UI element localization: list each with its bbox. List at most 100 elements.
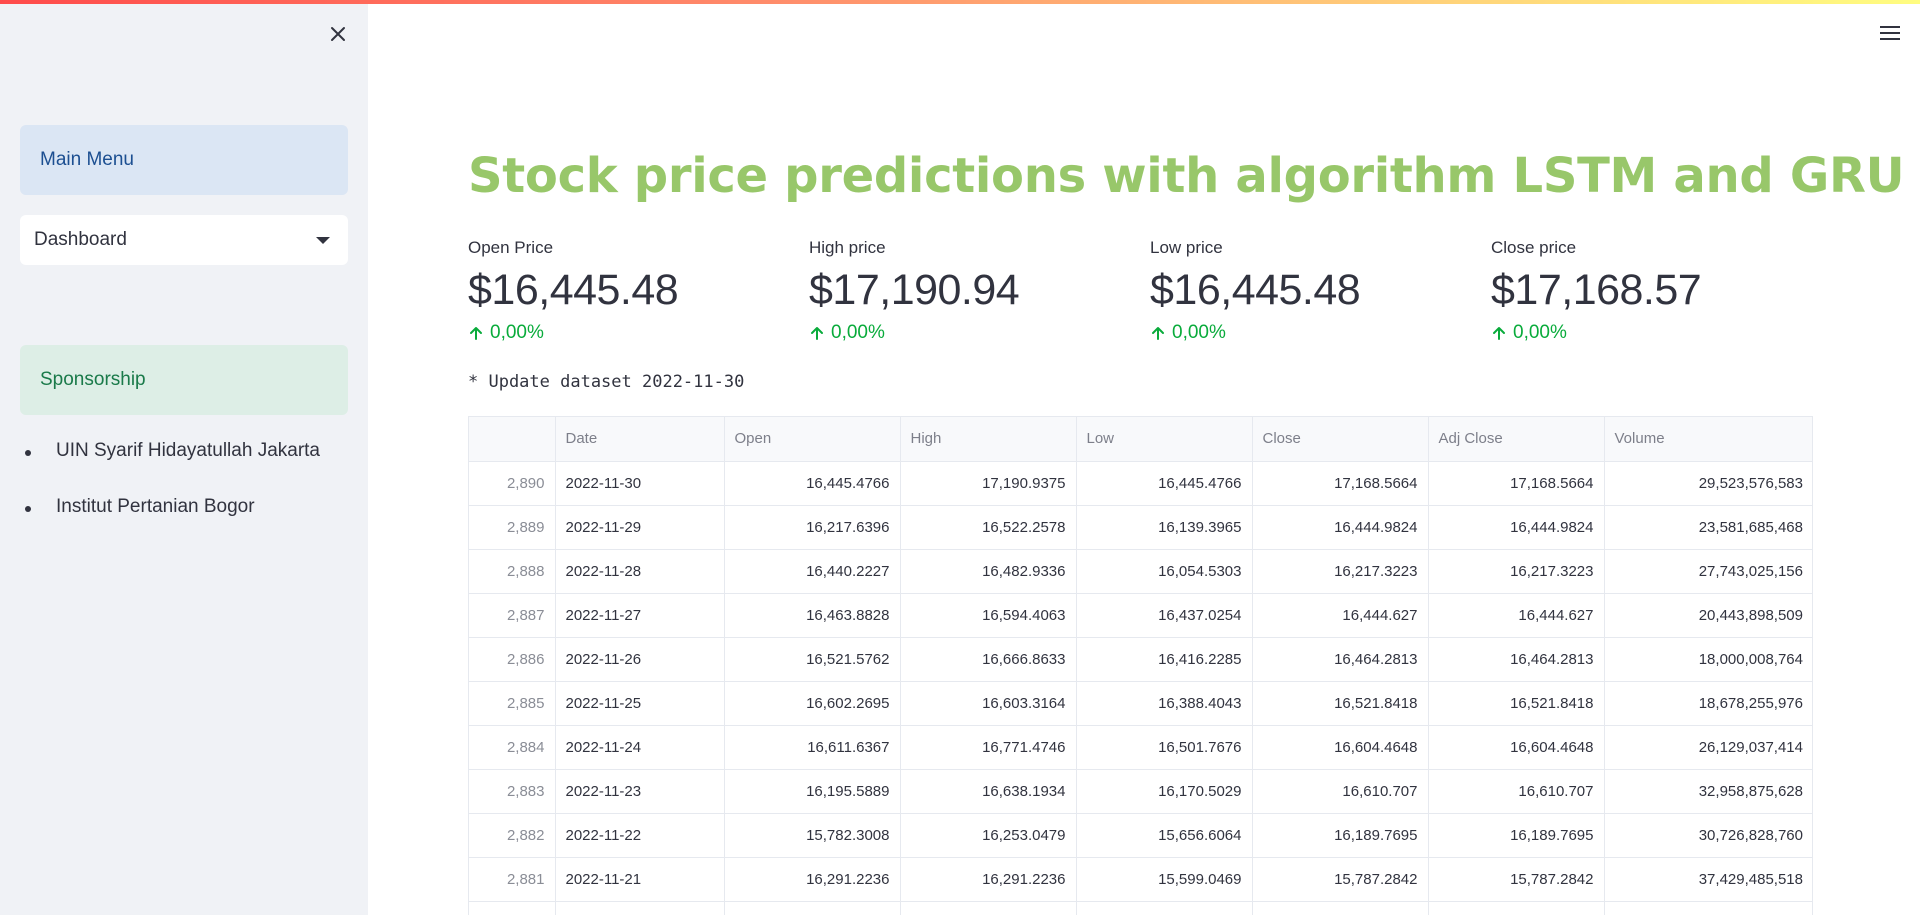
- column-header[interactable]: Low: [1076, 417, 1253, 462]
- table-cell: 16,482.9336: [900, 549, 1077, 594]
- table-cell: [1252, 901, 1429, 915]
- table-row[interactable]: 2,884 2022-11-24 16,611.6367 16,771.4746 16,…: [469, 725, 1812, 770]
- table-row[interactable]: 2,890 2022-11-30 16,445.4766 17,190.9375 16,…: [469, 461, 1812, 506]
- metric-value: $17,168.57: [1491, 266, 1702, 314]
- metric-delta: 0,00%: [1150, 322, 1450, 344]
- row-index-cell: 2,885: [469, 681, 556, 726]
- table-cell: 16,603.3164: [900, 681, 1077, 726]
- table-cell: 16,594.4063: [900, 593, 1077, 638]
- table-cell: 2022-11-27: [555, 593, 725, 638]
- table-cell: 16,437.0254: [1076, 593, 1253, 638]
- dataset-update-note: * Update dataset 2022-11-30: [468, 372, 745, 392]
- table-cell: 16,771.4746: [900, 725, 1077, 770]
- metric-delta: 0,00%: [468, 322, 768, 344]
- table-cell: 16,291.2236: [900, 857, 1077, 902]
- table-cell: 16,444.9824: [1252, 505, 1429, 550]
- sponsor-item: UIN Syarif Hidayatullah Jakarta: [20, 440, 320, 496]
- metric-label: Low price: [1150, 238, 1223, 257]
- table-cell: 2022-11-23: [555, 769, 725, 814]
- table-cell: 16,604.4648: [1428, 725, 1605, 770]
- table-cell: 2022-11-26: [555, 637, 725, 682]
- column-header[interactable]: Adj Close: [1428, 417, 1605, 462]
- row-index-cell: 2,882: [469, 813, 556, 858]
- table-cell: 17,168.5664: [1252, 461, 1429, 506]
- table-cell: 2022-11-25: [555, 681, 725, 726]
- table-row[interactable]: 2,889 2022-11-29 16,217.6396 16,522.2578 16,…: [469, 505, 1812, 550]
- table-cell: 16,522.2578: [900, 505, 1077, 550]
- table-cell: 16,521.5762: [724, 637, 901, 682]
- table-cell: 16,444.627: [1428, 593, 1605, 638]
- metric-low-price: Low price $16,445.48 0,00%: [1150, 238, 1450, 344]
- table-cell: 16,388.4043: [1076, 681, 1253, 726]
- hamburger-menu-icon: [1880, 26, 1900, 28]
- metric-value: $16,445.48: [468, 266, 679, 314]
- table-cell: 23,581,685,468: [1604, 505, 1812, 550]
- table-row[interactable]: [469, 901, 1812, 915]
- close-sidebar-button[interactable]: [324, 20, 352, 48]
- main-menu-button[interactable]: [1880, 26, 1900, 42]
- page-selectbox[interactable]: Dashboard: [20, 215, 348, 265]
- arrow-up-icon: [470, 327, 482, 340]
- table-row[interactable]: 2,886 2022-11-26 16,521.5762 16,666.8633 16,…: [469, 637, 1812, 682]
- column-header[interactable]: High: [900, 417, 1077, 462]
- column-header[interactable]: Open: [724, 417, 901, 462]
- row-index-cell: 2,884: [469, 725, 556, 770]
- row-index-cell: 2,886: [469, 637, 556, 682]
- row-index-cell: [469, 901, 556, 915]
- table-row[interactable]: 2,888 2022-11-28 16,440.2227 16,482.9336 16,…: [469, 549, 1812, 594]
- table-cell: 17,168.5664: [1428, 461, 1605, 506]
- table-cell: 16,638.1934: [900, 769, 1077, 814]
- table-cell: 16,195.5889: [724, 769, 901, 814]
- column-header[interactable]: Date: [555, 417, 725, 462]
- metric-label: High price: [809, 238, 886, 257]
- arrow-up-icon: [1152, 327, 1164, 340]
- table-header: Date Open High Low Close Adj Close Volume: [469, 417, 1812, 462]
- metric-label: Open Price: [468, 238, 554, 257]
- table-row[interactable]: 2,881 2022-11-21 16,291.2236 16,291.2236 15,…: [469, 857, 1812, 902]
- row-index-cell: 2,883: [469, 769, 556, 814]
- table-cell: [724, 901, 901, 915]
- page-title: Stock price predictions with algorithm L…: [468, 148, 1905, 204]
- sponsorship-label: Sponsorship: [40, 369, 146, 390]
- table-cell: 2022-11-30: [555, 461, 725, 506]
- table-cell: [1604, 901, 1812, 915]
- table-cell: 16,501.7676: [1076, 725, 1253, 770]
- table-cell: 2022-11-21: [555, 857, 725, 902]
- table-cell: 32,958,875,628: [1604, 769, 1812, 814]
- table-cell: 16,189.7695: [1252, 813, 1429, 858]
- table-cell: 29,523,576,583: [1604, 461, 1812, 506]
- chevron-down-icon: [316, 236, 330, 244]
- table-cell: 16,139.3965: [1076, 505, 1253, 550]
- table-cell: 16,602.2695: [724, 681, 901, 726]
- table-cell: 16,444.9824: [1428, 505, 1605, 550]
- main-menu-label: Main Menu: [40, 149, 134, 170]
- table-cell: 16,170.5029: [1076, 769, 1253, 814]
- table-row[interactable]: 2,887 2022-11-27 16,463.8828 16,594.4063 16,…: [469, 593, 1812, 638]
- metric-delta: 0,00%: [809, 322, 1109, 344]
- table-cell: [1076, 901, 1253, 915]
- table-cell: 16,445.4766: [1076, 461, 1253, 506]
- stock-data-table[interactable]: Date Open High Low Close Adj Close Volume 2,89…: [468, 416, 1813, 915]
- table-cell: 15,787.2842: [1428, 857, 1605, 902]
- table-cell: 15,656.6064: [1076, 813, 1253, 858]
- table-cell: 16,610.707: [1252, 769, 1429, 814]
- table-cell: [900, 901, 1077, 915]
- row-index-cell: 2,889: [469, 505, 556, 550]
- arrow-up-icon: [811, 327, 823, 340]
- table-cell: 16,464.2813: [1252, 637, 1429, 682]
- table-cell: 15,599.0469: [1076, 857, 1253, 902]
- table-row[interactable]: 2,883 2022-11-23 16,195.5889 16,638.1934 16,…: [469, 769, 1812, 814]
- table-cell: [1428, 901, 1605, 915]
- row-index-cell: 2,887: [469, 593, 556, 638]
- table-row[interactable]: 2,882 2022-11-22 15,782.3008 16,253.0479 15,…: [469, 813, 1812, 858]
- table-cell: 20,443,898,509: [1604, 593, 1812, 638]
- column-header[interactable]: Volume: [1604, 417, 1812, 462]
- table-cell: 37,429,485,518: [1604, 857, 1812, 902]
- table-cell: 2022-11-22: [555, 813, 725, 858]
- metric-open-price: Open Price $16,445.48 0,00%: [468, 238, 768, 344]
- arrow-up-icon: [1493, 327, 1505, 340]
- column-header[interactable]: Close: [1252, 417, 1429, 462]
- column-header[interactable]: [469, 417, 556, 462]
- table-row[interactable]: 2,885 2022-11-25 16,602.2695 16,603.3164 16,…: [469, 681, 1812, 726]
- row-index-cell: 2,890: [469, 461, 556, 506]
